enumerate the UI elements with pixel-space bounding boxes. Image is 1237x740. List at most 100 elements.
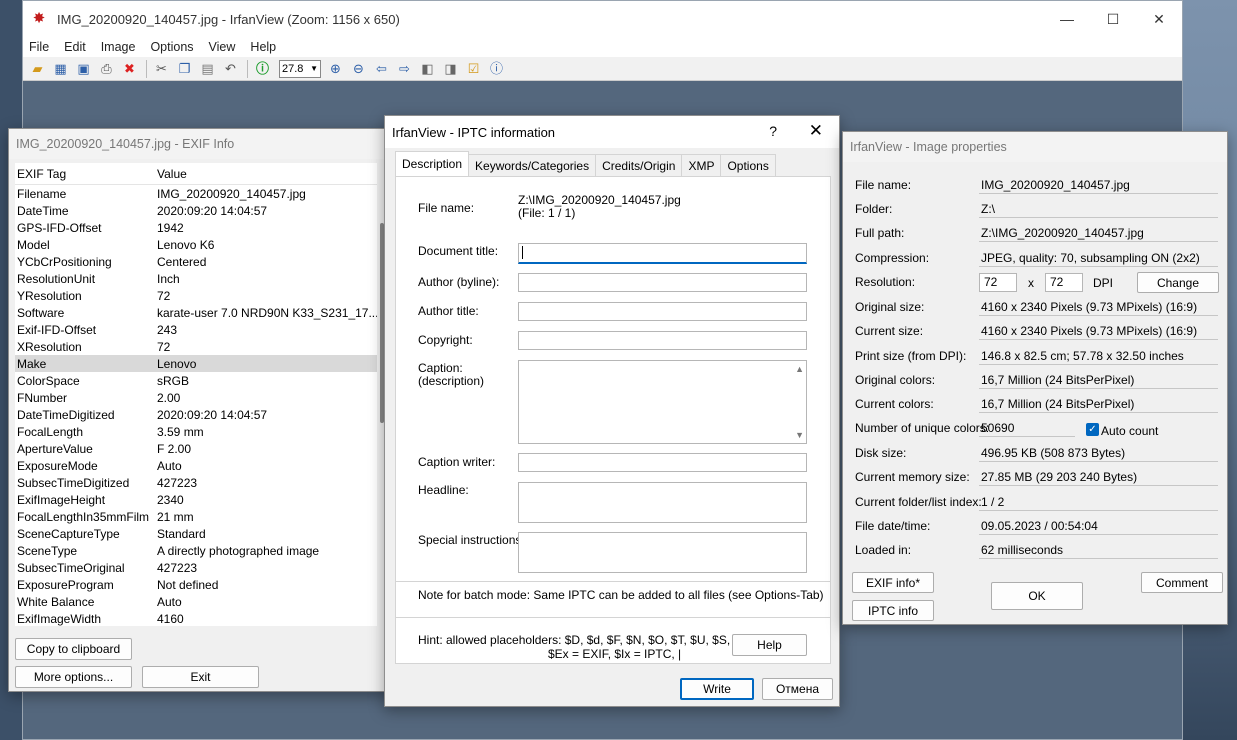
original-size-value: 4160 x 2340 Pixels (9.73 MPixels) (16:9) — [979, 298, 1218, 316]
tab-keywords[interactable]: Keywords/Categories — [468, 154, 597, 176]
exif-row[interactable]: SubsecTimeDigitized 427223 — [15, 474, 377, 491]
tab-xmp[interactable]: XMP — [681, 154, 722, 176]
exif-row[interactable]: YResolution 72 — [15, 287, 377, 304]
exif-row[interactable]: DateTime 2020:09:20 14:04:57 — [15, 202, 377, 219]
more-options-button[interactable]: More options... — [15, 666, 132, 688]
caption-writer-input[interactable] — [518, 453, 807, 472]
next-icon[interactable]: ⇨ — [394, 59, 415, 79]
print-icon[interactable]: ⎙ — [96, 59, 117, 79]
menu-help[interactable]: Help — [250, 40, 276, 54]
iptc-info-button[interactable]: IPTC info — [852, 600, 934, 621]
caption-sub-label: (description) — [418, 374, 485, 388]
folder-prop-value: Z:\ — [979, 200, 1218, 218]
write-button[interactable]: Write — [680, 678, 754, 700]
properties-icon[interactable]: ☑ — [463, 59, 484, 79]
exif-row[interactable]: ExifImageHeight 2340 — [15, 491, 377, 508]
full-path-prop-value: Z:\IMG_20200920_140457.jpg — [979, 224, 1218, 242]
help-button[interactable]: Help — [732, 634, 807, 656]
exif-row[interactable]: SubsecTimeOriginal 427223 — [15, 559, 377, 576]
zoom-out-icon[interactable]: ⊖ — [348, 59, 369, 79]
exif-row[interactable]: FocalLengthIn35mmFilm 21 mm — [15, 508, 377, 525]
rotate-right-icon[interactable]: ◨ — [440, 59, 461, 79]
caption-textarea[interactable]: ▲ ▼ — [518, 360, 807, 444]
delete-icon[interactable]: ✖ — [119, 59, 140, 79]
help-icon[interactable]: ⓘ — [486, 59, 507, 79]
exif-row[interactable]: FocalLength 3.59 mm — [15, 423, 377, 440]
exif-row[interactable]: XResolution 72 — [15, 338, 377, 355]
menu-edit[interactable]: Edit — [64, 40, 86, 54]
exif-row[interactable]: Exif-IFD-Offset 243 — [15, 321, 377, 338]
minimize-button[interactable]: — — [1044, 1, 1090, 37]
zoom-in-icon[interactable]: ⊕ — [325, 59, 346, 79]
caption-label: Caption: — [418, 361, 463, 375]
comment-button[interactable]: Comment — [1141, 572, 1223, 593]
paste-icon[interactable]: ▤ — [197, 59, 218, 79]
menu-view[interactable]: View — [209, 40, 236, 54]
save-icon[interactable]: ▣ — [73, 59, 94, 79]
exif-row[interactable]: White Balance Auto — [15, 593, 377, 610]
auto-count-checkbox[interactable]: ✓ — [1086, 423, 1099, 436]
exif-row[interactable]: SceneCaptureType Standard — [15, 525, 377, 542]
exif-row[interactable]: DateTimeDigitized 2020:09:20 14:04:57 — [15, 406, 377, 423]
special-instructions-textarea[interactable] — [518, 532, 807, 573]
exif-row[interactable]: Make Lenovo — [15, 355, 377, 372]
scroll-up-icon[interactable]: ▲ — [795, 364, 804, 374]
tab-credits[interactable]: Credits/Origin — [595, 154, 683, 176]
maximize-button[interactable]: ☐ — [1090, 1, 1136, 37]
exif-row[interactable]: ExposureProgram Not defined — [15, 576, 377, 593]
current-size-label: Current size: — [855, 324, 924, 338]
tab-options[interactable]: Options — [720, 154, 776, 176]
exif-row[interactable]: ColorSpace sRGB — [15, 372, 377, 389]
cancel-button[interactable]: Отмена — [762, 678, 833, 700]
main-window-title: IMG_20200920_140457.jpg - IrfanView (Zoo… — [57, 11, 400, 27]
undo-icon[interactable]: ↶ — [220, 59, 241, 79]
ok-button[interactable]: OK — [991, 582, 1083, 610]
print-size-value: 146.8 x 82.5 cm; 57.78 x 32.50 inches — [979, 347, 1218, 365]
menu-options[interactable]: Options — [150, 40, 193, 54]
copyright-input[interactable] — [518, 331, 807, 350]
rotate-left-icon[interactable]: ◧ — [417, 59, 438, 79]
exif-row[interactable]: ApertureValue F 2.00 — [15, 440, 377, 457]
exif-row[interactable]: Filename IMG_20200920_140457.jpg — [15, 185, 377, 202]
menu-image[interactable]: Image — [101, 40, 136, 54]
exif-row[interactable]: YCbCrPositioning Centered — [15, 253, 377, 270]
previous-icon[interactable]: ⇦ — [371, 59, 392, 79]
current-colors-value: 16,7 Million (24 BitsPerPixel) — [979, 395, 1218, 413]
close-button[interactable]: ✕ — [1136, 1, 1182, 37]
exif-row[interactable]: ExifImageWidth 4160 — [15, 610, 377, 627]
author-input[interactable] — [518, 273, 807, 292]
tab-description[interactable]: Description — [395, 151, 470, 176]
exif-row[interactable]: ExposureMode Auto — [15, 457, 377, 474]
exif-row[interactable]: Model Lenovo K6 — [15, 236, 377, 253]
info-icon[interactable]: ⓘ — [252, 59, 273, 79]
exif-row[interactable]: FNumber 2.00 — [15, 389, 377, 406]
exif-row[interactable]: ResolutionUnit Inch — [15, 270, 377, 287]
exif-info-button[interactable]: EXIF info* — [852, 572, 934, 593]
zoom-select[interactable]: 27.8 ▼ — [279, 59, 321, 78]
document-title-input[interactable] — [518, 243, 807, 264]
exit-button[interactable]: Exit — [142, 666, 259, 688]
copy-to-clipboard-button[interactable]: Copy to clipboard — [15, 638, 132, 660]
exif-value-cell: 1942 — [157, 220, 184, 235]
exif-tag-cell: GPS-IFD-Offset — [17, 220, 102, 235]
headline-textarea[interactable] — [518, 482, 807, 523]
close-icon[interactable]: ✕ — [809, 121, 823, 141]
slideshow-icon[interactable]: ▦ — [50, 59, 71, 79]
exif-row[interactable]: Software karate-user 7.0 NRD90N K33_S231_… — [15, 304, 377, 321]
resolution-y-input[interactable]: 72 — [1045, 273, 1083, 292]
scroll-down-icon[interactable]: ▼ — [795, 430, 804, 440]
change-button[interactable]: Change — [1137, 272, 1219, 293]
exif-row[interactable]: SceneType A directly photographed image — [15, 542, 377, 559]
compression-prop-value: JPEG, quality: 70, subsampling ON (2x2) — [979, 249, 1218, 267]
open-folder-icon[interactable]: ▰ — [27, 59, 48, 79]
cut-icon[interactable]: ✂ — [151, 59, 172, 79]
exif-col-value[interactable]: Value — [157, 167, 377, 181]
resolution-x-input[interactable]: 72 — [979, 273, 1017, 292]
help-question-icon[interactable]: ? — [769, 123, 777, 139]
copy-icon[interactable]: ❐ — [174, 59, 195, 79]
exif-list[interactable]: EXIF Tag Value Filename IMG_20200920_1404… — [15, 163, 377, 626]
exif-col-tag[interactable]: EXIF Tag — [15, 167, 157, 181]
author-title-input[interactable] — [518, 302, 807, 321]
exif-row[interactable]: GPS-IFD-Offset 1942 — [15, 219, 377, 236]
menu-file[interactable]: File — [29, 40, 49, 54]
